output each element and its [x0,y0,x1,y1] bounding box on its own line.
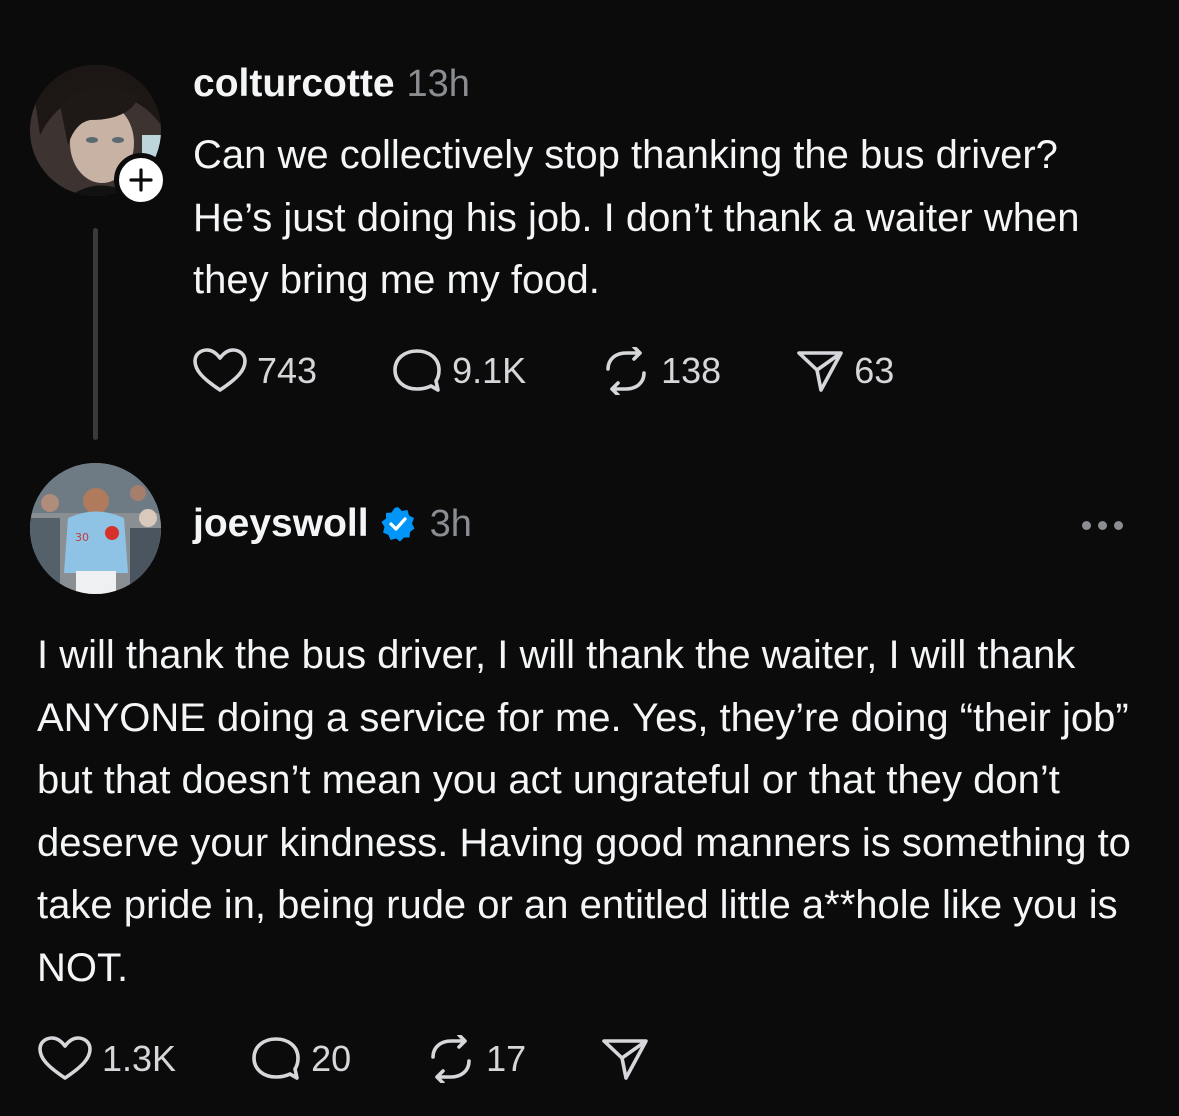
svg-text:30: 30 [75,531,89,544]
reply-repost-count: 17 [486,1038,527,1079]
thread-line [93,228,98,440]
post-username[interactable]: colturcotte [193,62,395,106]
reply-bubble-icon [252,1037,300,1080]
repost-icon [606,347,646,395]
heart-icon [193,348,247,392]
post-like-count: 743 [257,350,318,391]
reply-username[interactable]: joeyswoll [193,502,369,546]
profile-photo: 30 [30,463,161,594]
reply-text: I will thank the bus driver, I will than… [37,633,1131,990]
reply-action-bar: 1.3K 20 17 [37,1035,650,1083]
avatar-joeyswoll[interactable]: 30 [30,463,161,594]
reply-repost-button[interactable]: 17 [425,1035,526,1083]
verified-badge-icon [381,507,415,542]
post-action-bar: 743 9.1K 138 63 [192,347,894,395]
plus-icon [129,168,153,192]
reply-like-button[interactable]: 1.3K [37,1036,176,1082]
reply-header: joeyswoll 3h [193,502,472,546]
post-repost-button[interactable]: 138 [600,347,721,395]
heart-icon [38,1036,92,1080]
reply-like-count: 1.3K [102,1038,177,1079]
share-send-icon [602,1039,648,1080]
more-options-button[interactable] [1082,521,1123,530]
post-timestamp: 13h [406,63,470,105]
post-like-button[interactable]: 743 [192,348,317,394]
post-text: Can we collectively stop thanking the bu… [193,133,1080,302]
post-repost-count: 138 [661,350,722,391]
repost-icon [431,1035,471,1083]
reply-share-button[interactable] [600,1036,650,1082]
ellipsis-icon [1082,521,1091,530]
reply-reply-count: 20 [311,1038,352,1079]
post-header: colturcotte 13h [193,62,470,106]
reply-reply-button[interactable]: 20 [250,1035,351,1083]
reply-bubble-icon [393,349,441,392]
follow-button[interactable] [114,153,168,207]
post-share-count: 63 [854,350,895,391]
post-share-button[interactable]: 63 [795,348,894,394]
post-reply-count: 9.1K [452,350,527,391]
share-send-icon [797,351,844,392]
reply-timestamp: 3h [429,503,472,545]
post-reply-button[interactable]: 9.1K [391,347,526,395]
